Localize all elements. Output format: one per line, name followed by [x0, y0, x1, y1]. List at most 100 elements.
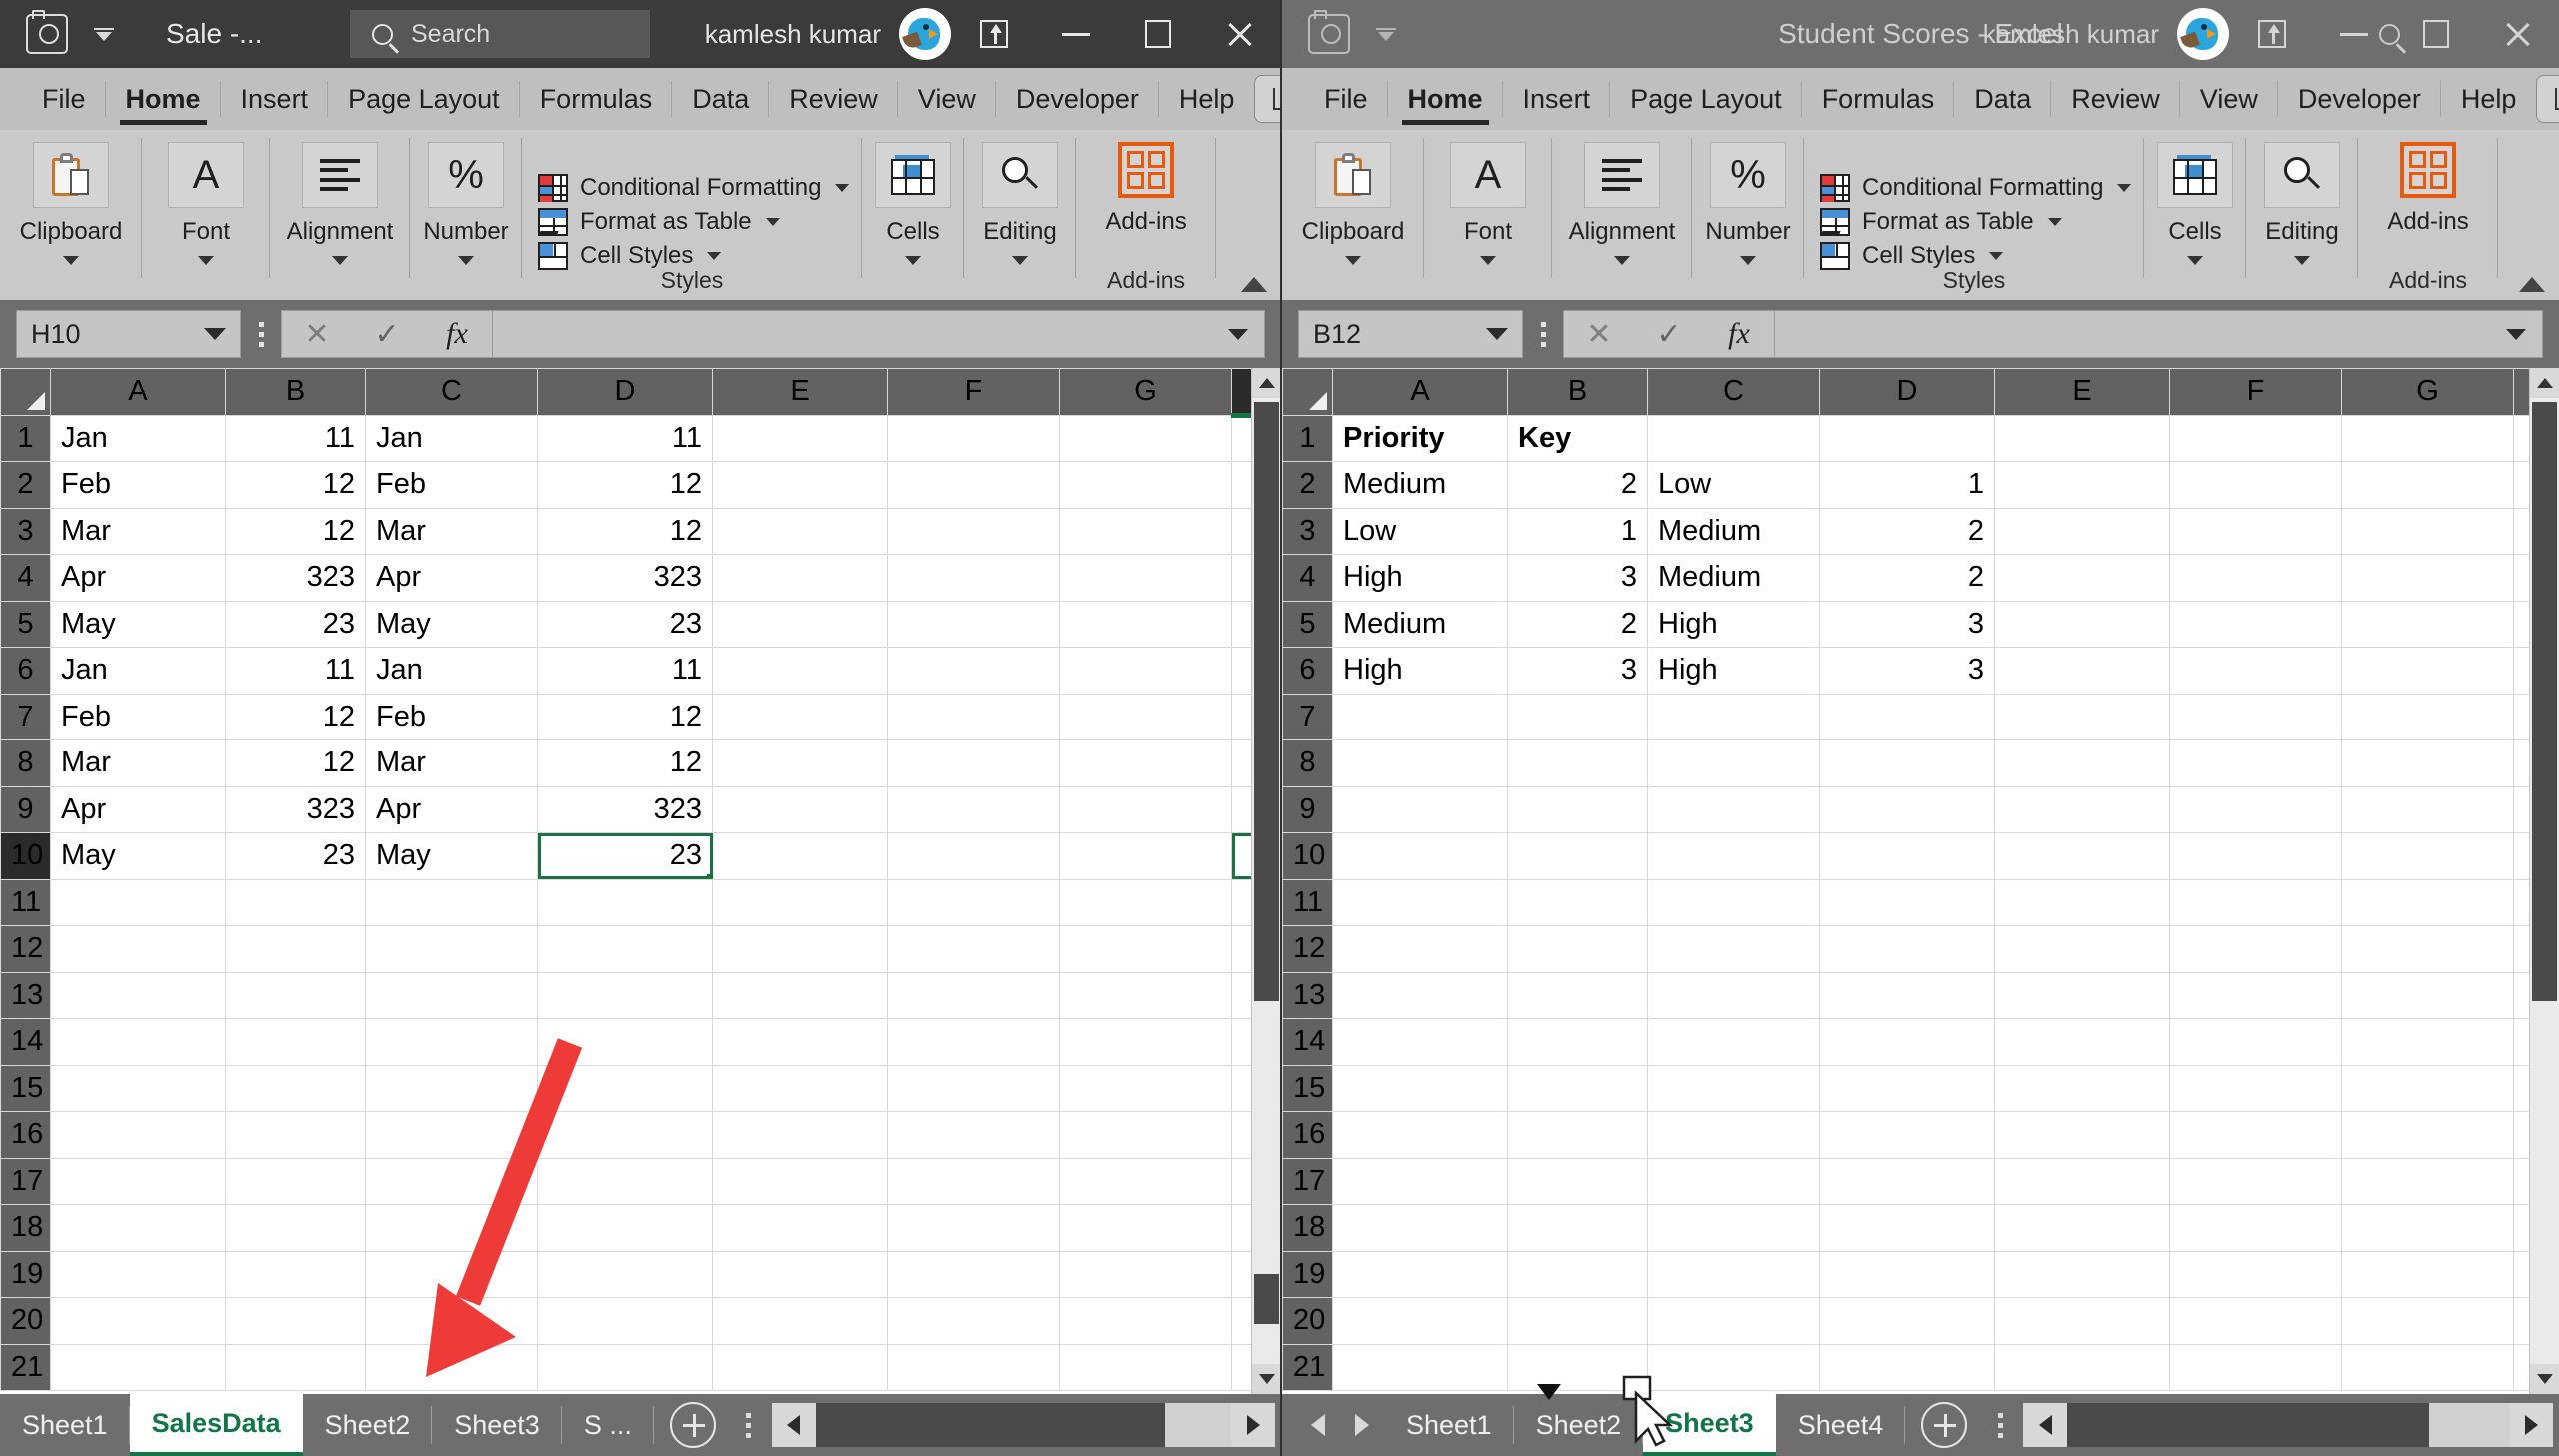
screenshot-camera-icon[interactable]: [26, 10, 68, 54]
table-row[interactable]: 5 May 23 May 23: [0, 600, 1280, 648]
row-header-8[interactable]: 8: [1282, 739, 1333, 787]
cell-F12[interactable]: [2169, 925, 2342, 973]
cell-C1[interactable]: [1647, 414, 1820, 462]
cell-A12[interactable]: [50, 925, 226, 973]
cell-E9[interactable]: [712, 785, 888, 833]
new-sheet-button[interactable]: [1921, 1402, 1968, 1448]
cell-E1[interactable]: [1994, 414, 2170, 462]
cell-G17[interactable]: [1059, 1157, 1232, 1205]
cell-D15[interactable]: [537, 1064, 713, 1112]
cell-E21[interactable]: [1994, 1343, 2170, 1391]
cell-B8[interactable]: [1507, 739, 1648, 787]
cell-B10[interactable]: [1507, 832, 1648, 880]
cell-C2[interactable]: Feb: [365, 461, 538, 509]
horizontal-scroll-thumb[interactable]: [815, 1403, 1165, 1447]
cell-C14[interactable]: [1647, 1018, 1820, 1066]
group-cells[interactable]: Cells: [862, 130, 964, 300]
add-ins-icon[interactable]: [1118, 142, 1174, 198]
cell-D5[interactable]: 3: [1819, 600, 1995, 648]
cell-D18[interactable]: [1819, 1204, 1995, 1252]
column-header-A[interactable]: A: [50, 368, 226, 416]
tab-data[interactable]: Data: [672, 68, 770, 130]
table-row[interactable]: 13: [0, 971, 1280, 1019]
cell-G2[interactable]: [2341, 461, 2514, 509]
account-area[interactable]: kamlesh kumar: [1983, 0, 2229, 68]
cell-G7[interactable]: [2341, 693, 2514, 740]
table-row[interactable]: 3 Mar 12 Mar 12: [0, 507, 1280, 555]
group-font[interactable]: A Font: [1424, 130, 1552, 300]
cell-A15[interactable]: [1332, 1064, 1508, 1112]
column-header-G[interactable]: G: [2341, 368, 2514, 416]
add-ins-icon[interactable]: [2400, 142, 2456, 198]
sheet-tab-sheet3[interactable]: Sheet3: [432, 1394, 562, 1456]
tab-page-layout[interactable]: Page Layout: [1610, 68, 1802, 130]
cell-G18[interactable]: [1059, 1204, 1232, 1252]
row-header-20[interactable]: 20: [0, 1297, 51, 1345]
cell-A9[interactable]: [1332, 785, 1508, 833]
row-header-6[interactable]: 6: [0, 647, 51, 695]
cell-A12[interactable]: [1332, 925, 1508, 973]
cell-E5[interactable]: [1994, 600, 2170, 648]
cell-B7[interactable]: 12: [225, 693, 366, 740]
group-number[interactable]: % Number: [1692, 130, 1804, 300]
cell-F17[interactable]: [2169, 1157, 2342, 1205]
row-header-15[interactable]: 15: [0, 1064, 51, 1112]
font-button[interactable]: A: [168, 142, 244, 208]
cell-A16[interactable]: [50, 1111, 226, 1159]
row-header-19[interactable]: 19: [1282, 1250, 1333, 1298]
table-row[interactable]: 15: [0, 1064, 1280, 1112]
row-header-2[interactable]: 2: [0, 461, 51, 509]
cell-F13[interactable]: [2169, 971, 2342, 1019]
cell-A4[interactable]: High: [1332, 554, 1508, 602]
cell-G1[interactable]: [1059, 414, 1232, 462]
row-header-14[interactable]: 14: [0, 1018, 51, 1066]
table-row[interactable]: 8 Mar 12 Mar 12: [0, 739, 1280, 787]
cell-B13[interactable]: [1507, 971, 1648, 1019]
cell-A16[interactable]: [1332, 1111, 1508, 1159]
cell-G9[interactable]: [1059, 785, 1232, 833]
column-header-D[interactable]: D: [1819, 368, 1995, 416]
table-row[interactable]: 7: [1282, 693, 2559, 740]
cell-E16[interactable]: [1994, 1111, 2170, 1159]
table-row[interactable]: 14: [0, 1018, 1280, 1066]
row-header-18[interactable]: 18: [1282, 1204, 1333, 1252]
cell-E15[interactable]: [712, 1064, 888, 1112]
cell-B15[interactable]: [225, 1064, 366, 1112]
cell-B20[interactable]: [1507, 1297, 1648, 1345]
cell-C12[interactable]: [1647, 925, 1820, 973]
cell-F11[interactable]: [2169, 878, 2342, 926]
cell-D8[interactable]: [1819, 739, 1995, 787]
worksheet-grid[interactable]: ABCDEFGHI1Jan11Jan112Feb12Feb123Mar12Mar…: [0, 368, 1280, 1394]
cell-D12[interactable]: [537, 925, 713, 973]
cell-E15[interactable]: [1994, 1064, 2170, 1112]
account-area[interactable]: kamlesh kumar: [705, 0, 951, 68]
cell-G7[interactable]: [1059, 693, 1232, 740]
cell-D15[interactable]: [1819, 1064, 1995, 1112]
row-header-1[interactable]: 1: [0, 414, 51, 462]
cell-F6[interactable]: [2169, 647, 2342, 695]
table-row[interactable]: 19: [0, 1250, 1280, 1298]
cell-A6[interactable]: Jan: [50, 647, 226, 695]
sheet-tab-bar[interactable]: Sheet1 SalesData Sheet2 Sheet3 S ...: [0, 1394, 1280, 1456]
table-row[interactable]: 11: [1282, 878, 2559, 926]
cell-F10[interactable]: [2169, 832, 2342, 880]
formula-input[interactable]: [493, 310, 1265, 358]
cell-G14[interactable]: [2341, 1018, 2514, 1066]
group-editing[interactable]: Editing: [964, 130, 1076, 300]
cell-E18[interactable]: [1994, 1204, 2170, 1252]
cell-D3[interactable]: 12: [537, 507, 713, 555]
horizontal-scrollbar[interactable]: [2023, 1403, 2553, 1447]
editing-expand-icon[interactable]: [2294, 256, 2310, 265]
format-as-table-button[interactable]: Format as Table: [1820, 208, 2128, 236]
table-row[interactable]: 19: [1282, 1250, 2559, 1298]
sheet-tab-overflow-button[interactable]: [1983, 1412, 2017, 1438]
close-button[interactable]: [1199, 0, 1280, 68]
column-header-D[interactable]: D: [537, 368, 713, 416]
cell-F6[interactable]: [887, 647, 1060, 695]
cell-C13[interactable]: [365, 971, 538, 1019]
table-row[interactable]: 16: [1282, 1111, 2559, 1159]
cell-D19[interactable]: [1819, 1250, 1995, 1298]
cell-B20[interactable]: [225, 1297, 366, 1345]
cell-G3[interactable]: [2341, 507, 2514, 555]
cell-A14[interactable]: [50, 1018, 226, 1066]
